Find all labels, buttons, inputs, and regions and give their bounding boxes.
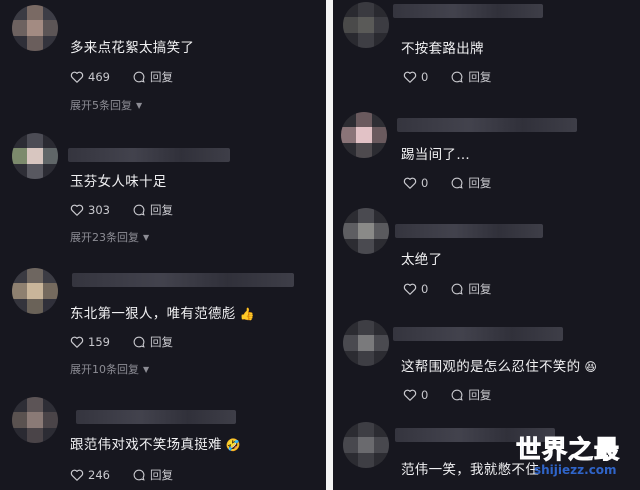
- speech-bubble-icon: [451, 283, 463, 295]
- heart-outline-icon: [70, 336, 84, 348]
- like-count: 0: [421, 282, 429, 296]
- like-button[interactable]: 0: [403, 70, 428, 84]
- reply-button[interactable]: 回复: [450, 281, 491, 297]
- username-redacted: [395, 224, 543, 238]
- username-redacted: [72, 273, 294, 287]
- avatar[interactable]: [12, 268, 58, 314]
- comment-text: 太绝了: [401, 252, 443, 268]
- like-count: 159: [88, 335, 110, 349]
- reply-button[interactable]: 回复: [450, 175, 491, 191]
- reply-button[interactable]: 回复: [450, 387, 491, 403]
- speech-bubble-icon: [133, 204, 145, 216]
- thumbs-up-emoji: 👍: [239, 307, 255, 321]
- chevron-down-icon: ▼: [143, 232, 150, 242]
- username-redacted: [393, 327, 563, 341]
- username-redacted: [76, 410, 236, 424]
- speech-bubble-icon: [451, 389, 463, 401]
- like-count: 0: [421, 388, 429, 402]
- panel-divider: [326, 0, 333, 490]
- like-count: 246: [88, 468, 110, 482]
- reply-label: 回复: [468, 70, 492, 84]
- site-watermark-logo: 世界之最 shijiezz.com: [510, 428, 640, 490]
- heart-outline-icon: [403, 71, 417, 83]
- like-count: 303: [88, 203, 110, 217]
- heart-outline-icon: [70, 469, 84, 481]
- avatar[interactable]: [343, 320, 389, 366]
- comment-text: 不按套路出牌: [401, 41, 484, 57]
- expand-replies-button[interactable]: 展开23条回复 ▼: [70, 229, 149, 245]
- heart-outline-icon: [70, 204, 84, 216]
- like-count: 0: [421, 176, 429, 190]
- reply-label: 回复: [149, 203, 173, 217]
- avatar[interactable]: [12, 397, 58, 443]
- avatar[interactable]: [341, 112, 387, 158]
- reply-label: 回复: [468, 282, 492, 296]
- heart-outline-icon: [403, 389, 417, 401]
- reply-label: 回复: [149, 468, 173, 482]
- speech-bubble-icon: [133, 336, 145, 348]
- reply-button[interactable]: 回复: [132, 334, 173, 350]
- like-button[interactable]: 246: [70, 468, 110, 482]
- heart-outline-icon: [70, 71, 84, 83]
- like-count: 469: [88, 70, 110, 84]
- laughing-emoji: 🤣: [225, 438, 242, 452]
- speech-bubble-icon: [451, 71, 463, 83]
- username-redacted: [393, 4, 543, 18]
- avatar[interactable]: [12, 5, 58, 51]
- watermark-title: 世界之最: [515, 435, 621, 465]
- username-redacted: [68, 148, 230, 162]
- comment-text: 跟范伟对戏不笑场真挺难 🤣: [70, 437, 242, 453]
- like-button[interactable]: 303: [70, 203, 110, 217]
- like-button[interactable]: 0: [403, 388, 428, 402]
- left-comment-panel: 多来点花絮太搞笑了 469 回复 展开5条回复 ▼ 玉芬女人味十足 303 回复…: [0, 0, 326, 490]
- reply-label: 回复: [149, 70, 173, 84]
- speech-bubble-icon: [451, 177, 463, 189]
- heart-outline-icon: [403, 283, 417, 295]
- reply-button[interactable]: 回复: [132, 69, 173, 85]
- chevron-down-icon: ▼: [136, 100, 143, 110]
- reply-label: 回复: [468, 388, 492, 402]
- reply-label: 回复: [149, 335, 173, 349]
- comment-text: 踢当间了…: [401, 147, 470, 163]
- watermark-url: shijiezz.com: [534, 463, 617, 477]
- like-button[interactable]: 0: [403, 282, 428, 296]
- like-button[interactable]: 469: [70, 70, 110, 84]
- chevron-down-icon: ▼: [143, 364, 150, 374]
- avatar[interactable]: [12, 133, 58, 179]
- heart-outline-icon: [403, 177, 417, 189]
- like-button[interactable]: 159: [70, 335, 110, 349]
- comment-text: 玉芬女人味十足: [70, 174, 167, 190]
- like-button[interactable]: 0: [403, 176, 428, 190]
- comment-text: 东北第一狠人，唯有范德彪 👍: [70, 306, 255, 322]
- like-count: 0: [421, 70, 429, 84]
- expand-replies-button[interactable]: 展开5条回复 ▼: [70, 97, 142, 113]
- reply-button[interactable]: 回复: [132, 467, 173, 483]
- reply-label: 回复: [468, 176, 492, 190]
- reply-button[interactable]: 回复: [450, 69, 491, 85]
- avatar[interactable]: [343, 2, 389, 48]
- speech-bubble-icon: [133, 469, 145, 481]
- expand-replies-button[interactable]: 展开10条回复 ▼: [70, 361, 149, 377]
- comment-text: 多来点花絮太搞笑了: [70, 40, 195, 56]
- username-redacted: [397, 118, 577, 132]
- avatar[interactable]: [343, 208, 389, 254]
- speech-bubble-icon: [133, 71, 145, 83]
- reply-button[interactable]: 回复: [132, 202, 173, 218]
- avatar[interactable]: [343, 422, 389, 468]
- laughing-emoji: 😆: [584, 360, 598, 374]
- comment-text: 这帮围观的是怎么忍住不笑的 😆: [401, 359, 598, 375]
- right-comment-panel: 不按套路出牌 0 回复 踢当间了… 0 回复 太绝了 0 回复 这帮围观的是怎么…: [333, 0, 640, 490]
